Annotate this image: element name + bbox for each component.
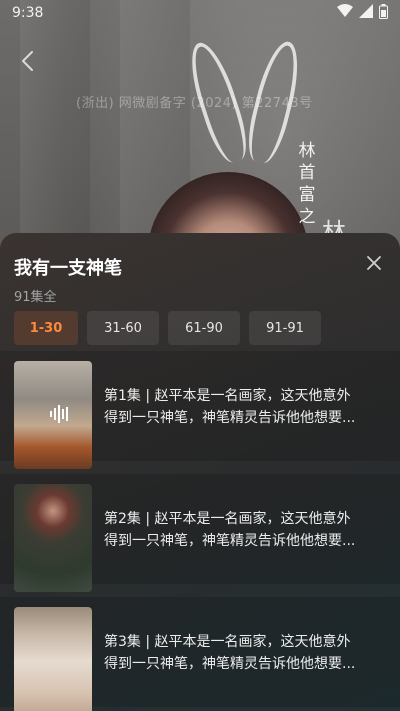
close-button[interactable] [362, 253, 386, 277]
episode-item[interactable]: 第3集 | 赵平本是一名画家，这天他意外 得到一只神笔，神笔精灵告诉他他想要..… [0, 597, 400, 711]
wifi-icon [337, 4, 353, 22]
tab-range-91-91[interactable]: 91-91 [249, 311, 321, 345]
close-icon [366, 255, 382, 275]
episode-thumbnail [14, 484, 92, 592]
episode-description: 第2集 | 赵平本是一名画家，这天他意外 得到一只神笔，神笔精灵告诉他他想要..… [104, 508, 386, 552]
episode-thumbnail [14, 361, 92, 469]
curtain-shade [20, 0, 90, 260]
episode-item[interactable]: 第1集 | 赵平本是一名画家，这天他意外 得到一只神笔，神笔精灵告诉他他想要..… [0, 351, 400, 469]
license-watermark: (浙出) 网微剧备字 (2024) 第22743号 [76, 96, 313, 111]
vertical-title-char: 首 [298, 163, 316, 183]
episode-item[interactable]: 第2集 | 赵平本是一名画家，这天他意外 得到一只神笔，神笔精灵告诉他他想要..… [0, 474, 400, 592]
drama-title: 我有一支神笔 [14, 258, 122, 279]
episode-line-2: 得到一只神笔，神笔精灵告诉他他想要... [104, 533, 356, 549]
episode-line-1: 第3集 | 赵平本是一名画家，这天他意外 [104, 634, 351, 650]
episode-range-tabs: 1-30 31-60 61-90 91-91 [14, 311, 321, 345]
episode-line-1: 第1集 | 赵平本是一名画家，这天他意外 [104, 388, 351, 404]
episode-line-2: 得到一只神笔，神笔精灵告诉他他想要... [104, 410, 356, 426]
vertical-title-char: 富 [298, 185, 316, 205]
tab-range-61-90[interactable]: 61-90 [168, 311, 240, 345]
episode-sheet: 我有一支神笔 91集全 1-30 31-60 61-90 91-91 第1集 |… [0, 233, 400, 711]
episode-description: 第3集 | 赵平本是一名画家，这天他意外 得到一只神笔，神笔精灵告诉他他想要..… [104, 631, 386, 675]
episode-count: 91集全 [14, 290, 57, 305]
vertical-title-char: 之 [298, 207, 316, 227]
episode-line-2: 得到一只神笔，神笔精灵告诉他他想要... [104, 656, 356, 672]
vertical-title-overlay: 林 首 富 之 [296, 140, 318, 228]
status-time: 9:38 [12, 5, 44, 21]
episode-thumbnail [14, 607, 92, 711]
signal-icon [359, 4, 373, 22]
tab-range-31-60[interactable]: 31-60 [87, 311, 159, 345]
episode-description: 第1集 | 赵平本是一名画家，这天他意外 得到一只神笔，神笔精灵告诉他他想要..… [104, 385, 386, 429]
episode-line-1: 第2集 | 赵平本是一名画家，这天他意外 [104, 511, 351, 527]
back-arrow-icon [20, 50, 34, 76]
vertical-title-char: 林 [298, 141, 316, 161]
audio-wave-icon [50, 405, 68, 423]
tab-range-1-30[interactable]: 1-30 [14, 311, 78, 345]
status-icons [337, 3, 388, 23]
status-bar: 9:38 [0, 0, 400, 26]
episode-list: 第1集 | 赵平本是一名画家，这天他意外 得到一只神笔，神笔精灵告诉他他想要..… [0, 351, 400, 711]
battery-icon [379, 3, 388, 23]
back-button[interactable] [12, 48, 42, 78]
